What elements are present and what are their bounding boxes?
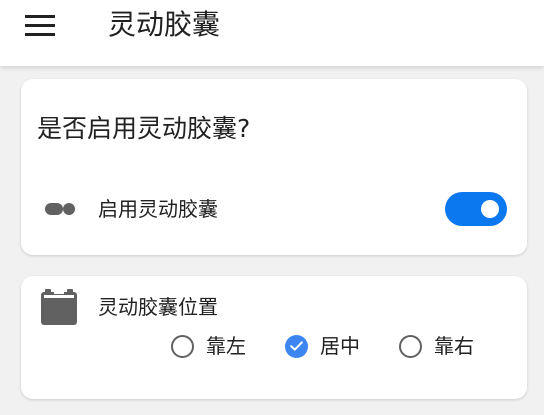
enable-capsule-label: 启用灵动胶囊	[98, 197, 218, 221]
radio-button-left[interactable]	[171, 334, 194, 358]
radio-button-center[interactable]	[285, 334, 308, 358]
enable-capsule-row[interactable]: 启用灵动胶囊	[21, 187, 527, 231]
calendar-icon	[41, 289, 77, 325]
radio-button-right[interactable]	[399, 334, 422, 358]
capsule-icon	[45, 203, 75, 215]
card-heading: 是否启用灵动胶囊?	[37, 114, 251, 143]
app-bar: 灵动胶囊	[0, 0, 544, 66]
enable-capsule-toggle[interactable]	[445, 192, 507, 226]
enable-capsule-card: 是否启用灵动胶囊? 启用灵动胶囊	[21, 79, 527, 255]
position-label: 灵动胶囊位置	[98, 295, 218, 319]
menu-button[interactable]	[14, 6, 66, 46]
radio-label-left: 靠左	[206, 334, 246, 358]
radio-label-center: 居中	[320, 334, 360, 358]
hamburger-menu-icon	[25, 15, 55, 36]
radio-label-right: 靠右	[434, 334, 474, 358]
radio-option-left[interactable]: 靠左	[171, 330, 246, 362]
radio-option-right[interactable]: 靠右	[399, 330, 474, 362]
page-title: 灵动胶囊	[108, 8, 221, 41]
checkmark-icon	[290, 341, 303, 351]
radio-option-center[interactable]: 居中	[285, 330, 360, 362]
toggle-knob	[481, 200, 499, 218]
capsule-position-card: 灵动胶囊位置 靠左 居中 靠右	[21, 276, 527, 399]
